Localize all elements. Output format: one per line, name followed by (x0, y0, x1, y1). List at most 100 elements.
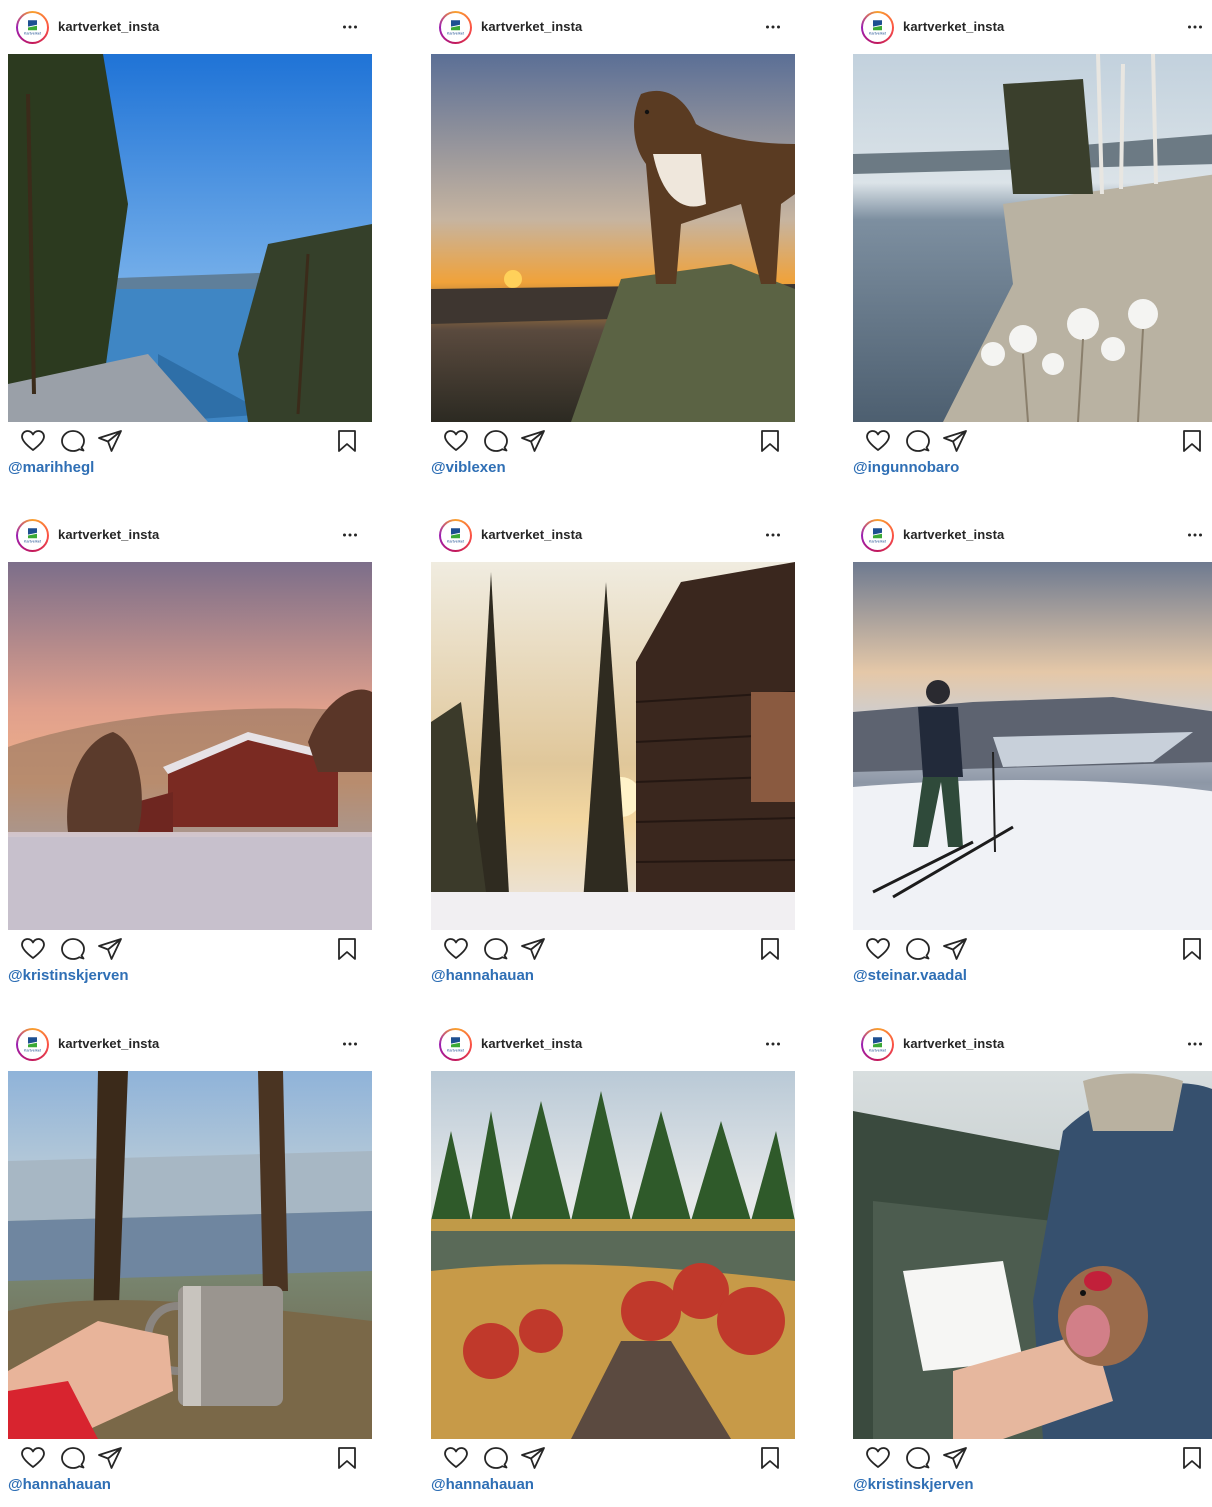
more-icon[interactable] (765, 24, 781, 30)
more-icon[interactable] (342, 24, 358, 30)
instagram-post: Kartverket kartverket_insta @marihhegl (8, 0, 372, 490)
kartverket-logo-icon: Kartverket (869, 1037, 887, 1053)
more-icon[interactable] (1187, 1041, 1203, 1047)
share-icon[interactable] (97, 1445, 123, 1471)
instagram-post: Kartverket kartverket_insta @hannahauan (8, 1017, 372, 1507)
heart-icon[interactable] (20, 1445, 46, 1471)
heart-icon[interactable] (20, 936, 46, 962)
username[interactable]: kartverket_insta (481, 527, 582, 542)
post-actions (853, 428, 1212, 454)
post-photo[interactable] (8, 562, 372, 930)
photo-credit[interactable]: @hannahauan (431, 967, 534, 984)
username[interactable]: kartverket_insta (58, 19, 159, 34)
avatar[interactable]: Kartverket (861, 1028, 894, 1061)
username[interactable]: kartverket_insta (58, 527, 159, 542)
username[interactable]: kartverket_insta (481, 19, 582, 34)
share-icon[interactable] (942, 1445, 968, 1471)
bookmark-icon[interactable] (1179, 428, 1205, 454)
username[interactable]: kartverket_insta (903, 527, 1004, 542)
photo-credit[interactable]: @hannahauan (8, 1476, 111, 1493)
more-icon[interactable] (342, 532, 358, 538)
username[interactable]: kartverket_insta (903, 19, 1004, 34)
avatar-image: Kartverket (18, 13, 47, 42)
instagram-post: Kartverket kartverket_insta @hannahauan (431, 508, 795, 998)
avatar[interactable]: Kartverket (439, 11, 472, 44)
post-actions (8, 1445, 372, 1471)
post-header: Kartverket kartverket_insta (431, 0, 795, 54)
avatar[interactable]: Kartverket (439, 1028, 472, 1061)
heart-icon[interactable] (20, 428, 46, 454)
heart-icon[interactable] (443, 936, 469, 962)
heart-icon[interactable] (443, 1445, 469, 1471)
avatar[interactable]: Kartverket (861, 519, 894, 552)
photo-credit[interactable]: @ingunnobaro (853, 459, 959, 476)
kartverket-logo-icon: Kartverket (24, 1037, 42, 1053)
comment-icon[interactable] (483, 1445, 509, 1471)
comment-icon[interactable] (905, 428, 931, 454)
bookmark-icon[interactable] (334, 936, 360, 962)
username[interactable]: kartverket_insta (58, 1036, 159, 1051)
more-icon[interactable] (1187, 24, 1203, 30)
post-photo[interactable] (853, 54, 1212, 422)
post-actions (431, 428, 795, 454)
comment-icon[interactable] (60, 936, 86, 962)
post-header: Kartverket kartverket_insta (853, 0, 1212, 54)
comment-icon[interactable] (483, 936, 509, 962)
avatar-image: Kartverket (18, 1030, 47, 1059)
comment-icon[interactable] (60, 428, 86, 454)
username[interactable]: kartverket_insta (903, 1036, 1004, 1051)
post-photo[interactable] (853, 562, 1212, 930)
share-icon[interactable] (520, 428, 546, 454)
bookmark-icon[interactable] (1179, 936, 1205, 962)
comment-icon[interactable] (905, 1445, 931, 1471)
bookmark-icon[interactable] (757, 1445, 783, 1471)
comment-icon[interactable] (60, 1445, 86, 1471)
bookmark-icon[interactable] (757, 936, 783, 962)
avatar[interactable]: Kartverket (439, 519, 472, 552)
bookmark-icon[interactable] (757, 428, 783, 454)
photo-credit[interactable]: @marihhegl (8, 459, 94, 476)
username[interactable]: kartverket_insta (481, 1036, 582, 1051)
avatar[interactable]: Kartverket (861, 11, 894, 44)
avatar-image: Kartverket (863, 13, 892, 42)
avatar[interactable]: Kartverket (16, 11, 49, 44)
photo-credit[interactable]: @viblexen (431, 459, 506, 476)
kartverket-logo-icon: Kartverket (869, 20, 887, 36)
more-icon[interactable] (1187, 532, 1203, 538)
photo-credit[interactable]: @hannahauan (431, 1476, 534, 1493)
comment-icon[interactable] (905, 936, 931, 962)
post-photo[interactable] (431, 54, 795, 422)
photo-credit[interactable]: @kristinskjerven (8, 967, 129, 984)
photo-credit[interactable]: @steinar.vaadal (853, 967, 967, 984)
comment-icon[interactable] (483, 428, 509, 454)
share-icon[interactable] (97, 936, 123, 962)
post-photo[interactable] (8, 1071, 372, 1439)
share-icon[interactable] (520, 1445, 546, 1471)
post-photo[interactable] (853, 1071, 1212, 1439)
post-photo[interactable] (431, 562, 795, 930)
logo-text: Kartverket (447, 540, 465, 544)
post-photo[interactable] (431, 1071, 795, 1439)
more-icon[interactable] (765, 532, 781, 538)
photo-red-barn (8, 562, 372, 930)
more-icon[interactable] (765, 1041, 781, 1047)
bookmark-icon[interactable] (334, 428, 360, 454)
more-icon[interactable] (342, 1041, 358, 1047)
heart-icon[interactable] (865, 936, 891, 962)
avatar[interactable]: Kartverket (16, 1028, 49, 1061)
photo-dog-sunset (431, 54, 795, 422)
share-icon[interactable] (520, 936, 546, 962)
share-icon[interactable] (97, 428, 123, 454)
share-icon[interactable] (942, 428, 968, 454)
bookmark-icon[interactable] (1179, 1445, 1205, 1471)
avatar[interactable]: Kartverket (16, 519, 49, 552)
share-icon[interactable] (942, 936, 968, 962)
instagram-post: Kartverket kartverket_insta @kristinskje… (853, 1017, 1212, 1507)
photo-credit[interactable]: @kristinskjerven (853, 1476, 974, 1493)
post-photo[interactable] (8, 54, 372, 422)
bookmark-icon[interactable] (334, 1445, 360, 1471)
heart-icon[interactable] (443, 428, 469, 454)
post-header: Kartverket kartverket_insta (431, 508, 795, 562)
heart-icon[interactable] (865, 1445, 891, 1471)
heart-icon[interactable] (865, 428, 891, 454)
